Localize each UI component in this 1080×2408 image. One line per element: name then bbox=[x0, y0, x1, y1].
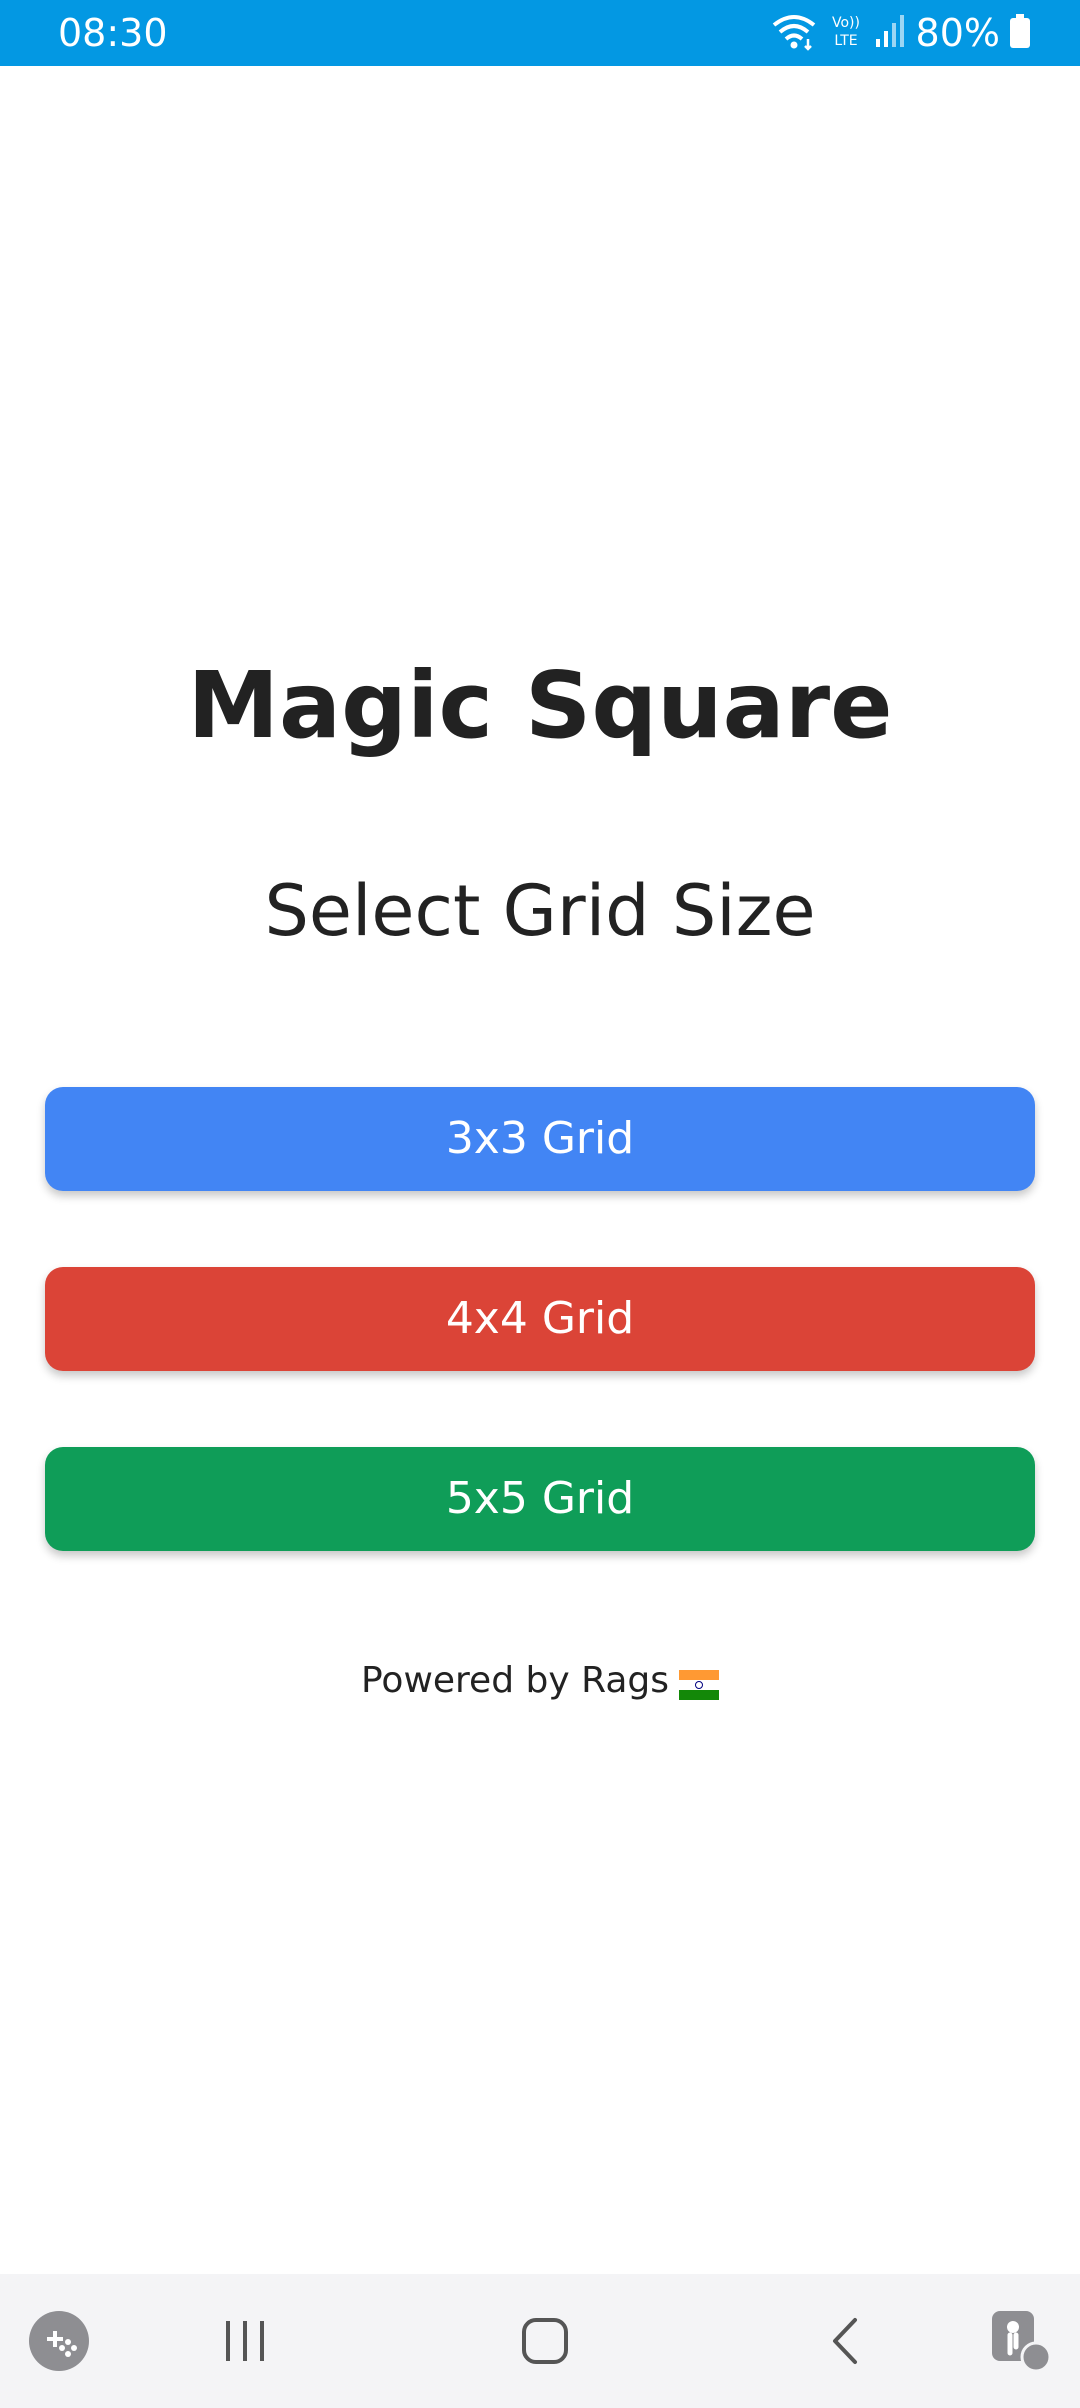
navigation-bar bbox=[0, 2274, 1080, 2408]
volte-icon: Vo)) LTE bbox=[828, 11, 864, 55]
svg-text:Vo)): Vo)) bbox=[832, 15, 860, 31]
status-time: 08:30 bbox=[58, 11, 168, 55]
status-icons: Vo)) LTE 80% bbox=[770, 10, 1030, 56]
home-icon[interactable] bbox=[500, 2274, 590, 2408]
page-subtitle: Select Grid Size bbox=[264, 870, 816, 952]
page-title: Magic Square bbox=[187, 652, 893, 759]
india-flag-icon bbox=[679, 1664, 719, 1700]
svg-text:LTE: LTE bbox=[834, 33, 857, 49]
wifi-icon bbox=[770, 11, 818, 55]
battery-percentage: 80% bbox=[915, 11, 1000, 55]
accessibility-icon[interactable] bbox=[985, 2274, 1055, 2408]
grid-3x3-button[interactable]: 3x3 Grid bbox=[45, 1087, 1035, 1191]
back-icon[interactable] bbox=[800, 2274, 890, 2408]
status-bar: 08:30 Vo)) LTE 80% bbox=[0, 0, 1080, 66]
signal-icon bbox=[874, 13, 906, 53]
battery-icon bbox=[1010, 14, 1030, 52]
recent-apps-icon[interactable] bbox=[200, 2274, 290, 2408]
grid-5x5-button[interactable]: 5x5 Grid bbox=[45, 1447, 1035, 1551]
footer: Powered by Rags bbox=[0, 1656, 1080, 1706]
game-launcher-icon[interactable] bbox=[26, 2274, 92, 2408]
main-content: Magic Square Select Grid Size 3x3 Grid 4… bbox=[0, 66, 1080, 2274]
footer-text: Powered by Rags bbox=[361, 1660, 669, 1701]
grid-4x4-button[interactable]: 4x4 Grid bbox=[45, 1267, 1035, 1371]
